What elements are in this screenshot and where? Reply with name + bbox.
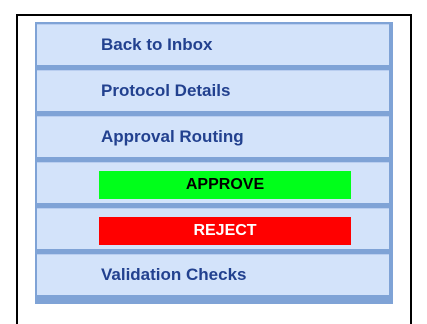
- menu-row-protocol-details: Protocol Details: [37, 70, 389, 111]
- menu-row-validation-checks: Validation Checks: [37, 254, 389, 295]
- menu-row-back-to-inbox: Back to Inbox: [37, 24, 389, 65]
- menu-row-reject: REJECT: [37, 208, 389, 249]
- reject-button[interactable]: REJECT: [99, 217, 351, 245]
- protocol-details-link[interactable]: Protocol Details: [101, 81, 230, 101]
- approve-button[interactable]: APPROVE: [99, 171, 351, 199]
- approval-routing-link[interactable]: Approval Routing: [101, 127, 244, 147]
- menu-row-approval-routing: Approval Routing: [37, 116, 389, 157]
- validation-checks-link[interactable]: Validation Checks: [101, 265, 247, 285]
- menu-row-approve: APPROVE: [37, 162, 389, 203]
- back-to-inbox-link[interactable]: Back to Inbox: [101, 35, 212, 55]
- action-menu: Back to Inbox Protocol Details Approval …: [35, 22, 393, 304]
